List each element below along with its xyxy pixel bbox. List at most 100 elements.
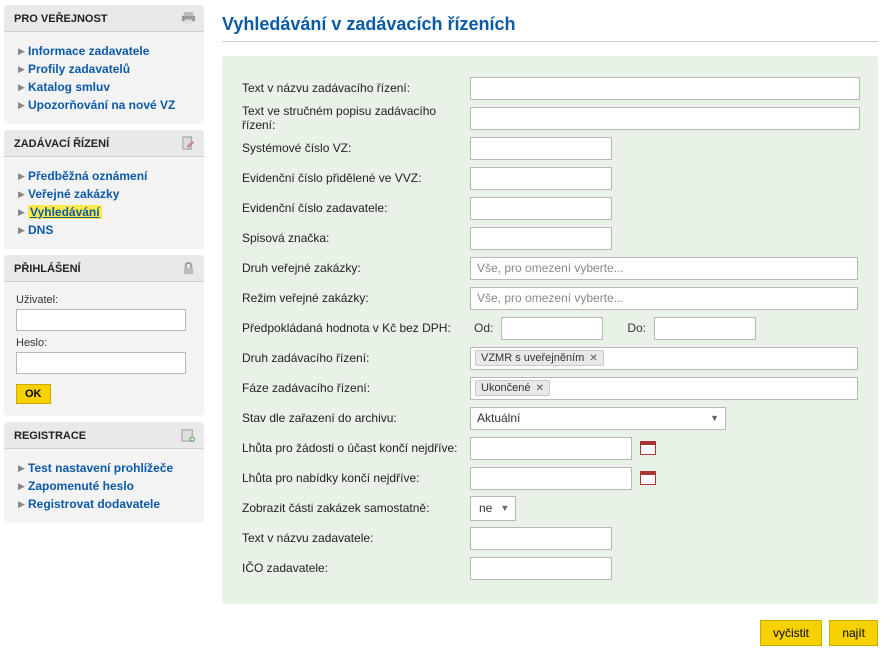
- sb-head-reg: REGISTRACE: [4, 422, 204, 449]
- sb-link-verejne[interactable]: Veřejné zakázky: [28, 187, 119, 201]
- sb-title: ZADÁVACÍ ŘÍZENÍ: [14, 138, 109, 150]
- lbl-od: Od:: [474, 321, 493, 335]
- lock-icon: [181, 261, 196, 276]
- select-value: ne: [479, 501, 492, 515]
- arrow-icon: ▶: [18, 64, 28, 75]
- combo-rezim[interactable]: Vše, pro omezení vyberte...: [470, 287, 858, 310]
- pass-input[interactable]: [16, 352, 186, 374]
- tag-label: VZMR s uveřejněním: [481, 352, 584, 364]
- tag-faze: Ukončené ✕: [475, 380, 550, 396]
- sb-link-vyhledavani[interactable]: Vyhledávání: [28, 205, 102, 219]
- input-do[interactable]: [654, 317, 756, 340]
- lbl-lh-nab: Lhůta pro nabídky končí nejdříve:: [242, 471, 470, 485]
- lbl-nazev: Text v názvu zadávacího řízení:: [242, 81, 470, 95]
- sb-link-heslo[interactable]: Zapomenuté heslo: [28, 479, 134, 493]
- sb-body-public: ▶Informace zadavatele ▶Profily zadavatel…: [4, 32, 204, 124]
- sb-link-profily[interactable]: Profily zadavatelů: [28, 62, 130, 76]
- tag-remove-icon[interactable]: ✕: [589, 353, 597, 364]
- lbl-faze: Fáze zadávacího řízení:: [242, 381, 470, 395]
- action-bar: vyčistit najít: [222, 620, 878, 646]
- tag-druhzr: VZMR s uveřejněním ✕: [475, 350, 604, 366]
- printer-icon[interactable]: [181, 11, 196, 26]
- sb-title: PŘIHLÁŠENÍ: [14, 263, 81, 275]
- page-title: Vyhledávání v zadávacích řízeních: [222, 14, 878, 35]
- lbl-casti: Zobrazit části zakázek samostatně:: [242, 501, 470, 515]
- tagbox-faze[interactable]: Ukončené ✕: [470, 377, 858, 400]
- input-sysnum[interactable]: [470, 137, 612, 160]
- clear-button[interactable]: vyčistit: [760, 620, 822, 646]
- arrow-icon: ▶: [18, 171, 28, 182]
- input-ico[interactable]: [470, 557, 612, 580]
- lbl-zadav: Text v názvu zadavatele:: [242, 531, 470, 545]
- lbl-vvz: Evidenční číslo přidělené ve VVZ:: [242, 171, 470, 185]
- arrow-icon: ▶: [18, 82, 28, 93]
- sb-link-upozornovani[interactable]: Upozorňování na nové VZ: [28, 98, 175, 112]
- arrow-icon: ▶: [18, 225, 28, 236]
- lbl-druhzr: Druh zadávacího řízení:: [242, 351, 470, 365]
- select-value: Aktuální: [477, 411, 520, 425]
- arrow-icon: ▶: [18, 100, 28, 111]
- lbl-do: Do:: [627, 321, 646, 335]
- input-vvz[interactable]: [470, 167, 612, 190]
- lbl-ico: IČO zadavatele:: [242, 561, 470, 575]
- divider: [222, 41, 878, 42]
- search-form: Text v názvu zadávacího řízení: Text ve …: [222, 56, 878, 604]
- input-lh-zad[interactable]: [470, 437, 632, 460]
- combo-placeholder: Vše, pro omezení vyberte...: [477, 291, 624, 305]
- sb-body-login: Uživatel: Heslo: OK: [4, 282, 204, 416]
- chevron-down-icon: ▼: [710, 413, 719, 423]
- lbl-druhvz: Druh veřejné zakázky:: [242, 261, 470, 275]
- form-plus-icon[interactable]: [181, 428, 196, 443]
- lbl-archiv: Stav dle zařazení do archivu:: [242, 411, 470, 425]
- combo-druhvz[interactable]: Vše, pro omezení vyberte...: [470, 257, 858, 280]
- input-zadav[interactable]: [470, 527, 612, 550]
- arrow-icon: ▶: [18, 207, 28, 218]
- lbl-popis: Text ve stručném popisu zadávacího řízen…: [242, 104, 470, 132]
- sb-head-login: PŘIHLÁŠENÍ: [4, 255, 204, 282]
- arrow-icon: ▶: [18, 463, 28, 474]
- sb-title: PRO VEŘEJNOST: [14, 13, 108, 25]
- calendar-icon[interactable]: [640, 471, 656, 485]
- login-ok-button[interactable]: OK: [16, 384, 51, 404]
- sb-link-test[interactable]: Test nastavení prohlížeče: [28, 461, 173, 475]
- sb-link-info[interactable]: Informace zadavatele: [28, 44, 149, 58]
- tag-label: Ukončené: [481, 382, 531, 394]
- document-pencil-icon[interactable]: [181, 136, 196, 151]
- input-popis[interactable]: [470, 107, 860, 130]
- lbl-spis: Spisová značka:: [242, 231, 470, 245]
- lbl-evnum: Evidenční číslo zadavatele:: [242, 201, 470, 215]
- lbl-lh-zad: Lhůta pro žádosti o účast končí nejdříve…: [242, 441, 470, 455]
- input-evnum[interactable]: [470, 197, 612, 220]
- sb-link-predbezna[interactable]: Předběžná oznámení: [28, 169, 147, 183]
- sb-title: REGISTRACE: [14, 430, 86, 442]
- sb-head-public: PRO VEŘEJNOST: [4, 5, 204, 32]
- pass-label: Heslo:: [16, 337, 198, 349]
- sb-body-rizeni: ▶Předběžná oznámení ▶Veřejné zakázky ▶Vy…: [4, 157, 204, 249]
- tagbox-druhzr[interactable]: VZMR s uveřejněním ✕: [470, 347, 858, 370]
- input-spis[interactable]: [470, 227, 612, 250]
- sb-body-reg: ▶Test nastavení prohlížeče ▶Zapomenuté h…: [4, 449, 204, 523]
- arrow-icon: ▶: [18, 499, 28, 510]
- lbl-hodnota: Předpokládaná hodnota v Kč bez DPH:: [242, 321, 470, 335]
- sb-link-dns[interactable]: DNS: [28, 223, 53, 237]
- user-label: Uživatel:: [16, 294, 198, 306]
- find-button[interactable]: najít: [829, 620, 878, 646]
- sb-head-rizeni: ZADÁVACÍ ŘÍZENÍ: [4, 130, 204, 157]
- sb-link-katalog[interactable]: Katalog smluv: [28, 80, 110, 94]
- chevron-down-icon: ▼: [500, 503, 509, 513]
- user-input[interactable]: [16, 309, 186, 331]
- select-archiv[interactable]: Aktuální ▼: [470, 407, 726, 430]
- tag-remove-icon[interactable]: ✕: [536, 383, 544, 394]
- calendar-icon[interactable]: [640, 441, 656, 455]
- select-casti[interactable]: ne ▼: [470, 496, 516, 521]
- arrow-icon: ▶: [18, 481, 28, 492]
- lbl-rezim: Režim veřejné zakázky:: [242, 291, 470, 305]
- input-nazev[interactable]: [470, 77, 860, 100]
- combo-placeholder: Vše, pro omezení vyberte...: [477, 261, 624, 275]
- input-od[interactable]: [501, 317, 603, 340]
- input-lh-nab[interactable]: [470, 467, 632, 490]
- lbl-sysnum: Systémové číslo VZ:: [242, 141, 470, 155]
- arrow-icon: ▶: [18, 189, 28, 200]
- arrow-icon: ▶: [18, 46, 28, 57]
- sb-link-registrovat[interactable]: Registrovat dodavatele: [28, 497, 160, 511]
